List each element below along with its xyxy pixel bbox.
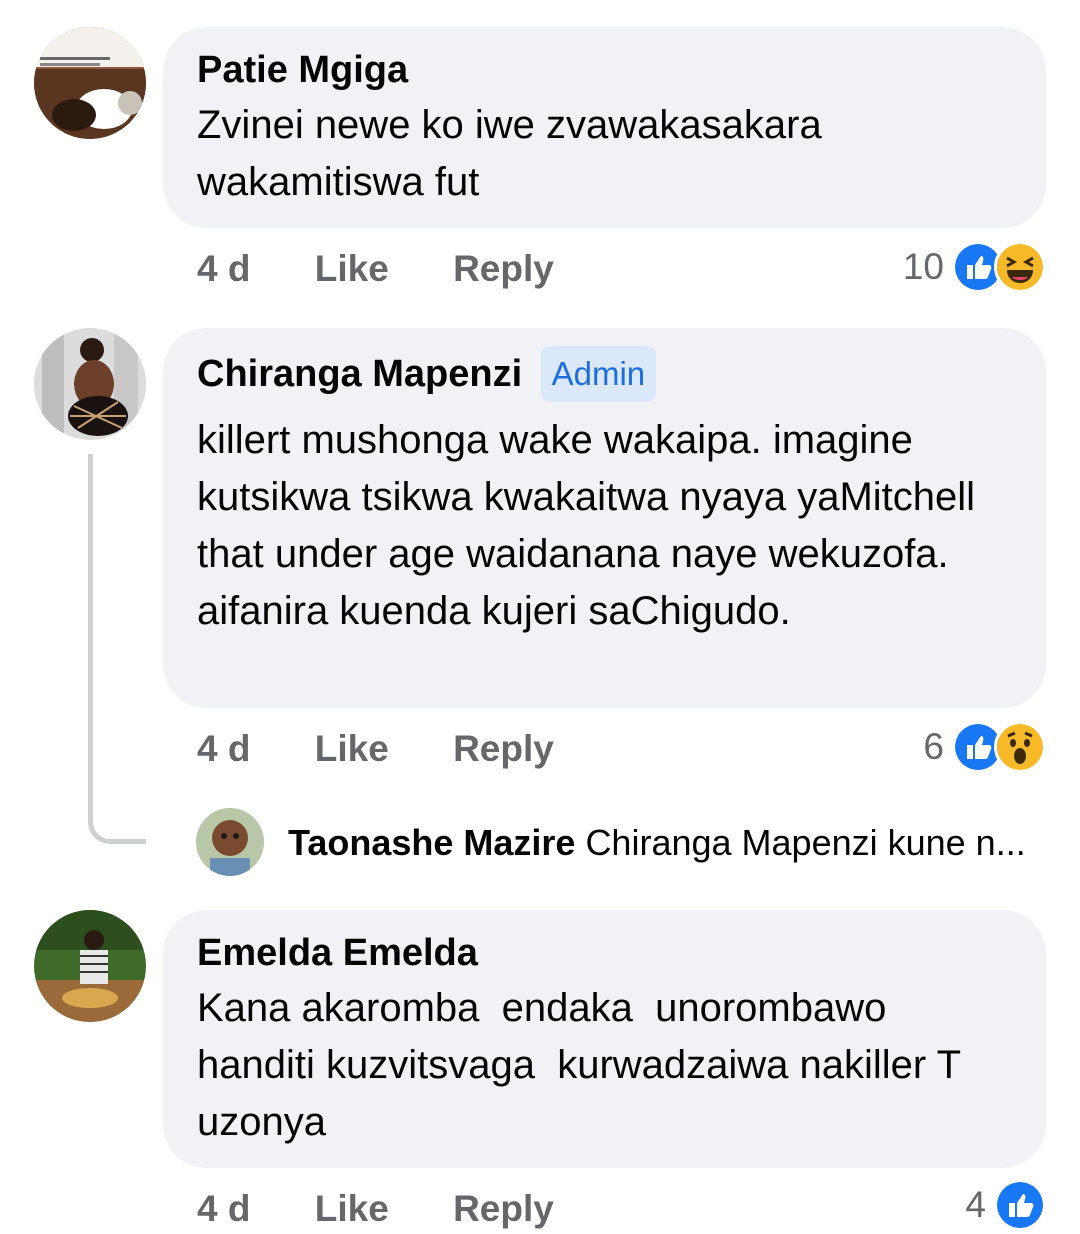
reaction-summary[interactable]: 4	[965, 1179, 1046, 1231]
reply-button[interactable]: Reply	[453, 724, 554, 774]
comment-actions: 4 d Like Reply	[197, 724, 608, 774]
reply-preview[interactable]: Taonashe Mazire Chiranga Mapenzi kune n.…	[196, 808, 1046, 878]
admin-badge: Admin	[540, 346, 657, 402]
reply-snippet: Chiranga Mapenzi kune n...	[585, 822, 1026, 863]
comment-text: killert mushonga wake wakaipa. imagine k…	[197, 418, 976, 633]
laugh-icon	[994, 241, 1046, 293]
comment-bubble: Chiranga Mapenzi Admin killert mushonga …	[163, 328, 1046, 708]
avatar-patie-mgiga[interactable]	[34, 27, 146, 139]
comment-author[interactable]: Emelda Emelda	[197, 930, 478, 976]
comment-bubble: Patie Mgiga Zvinei newe ko iwe zvawakasa…	[163, 27, 1046, 228]
like-button[interactable]: Like	[315, 724, 389, 774]
wow-icon	[994, 721, 1046, 773]
comment-timestamp[interactable]: 4 d	[197, 244, 250, 294]
reaction-count: 6	[923, 726, 944, 767]
like-button[interactable]: Like	[315, 244, 389, 294]
avatar-taonashe-mazire[interactable]	[196, 808, 264, 876]
comment-author[interactable]: Chiranga Mapenzi	[197, 351, 522, 397]
reply-author[interactable]: Taonashe Mazire	[288, 822, 575, 863]
comment-text: Zvinei newe ko iwe zvawakasakara wakamit…	[197, 103, 822, 204]
comment-text: Kana akaromba endaka unorombawo handiti …	[197, 986, 972, 1144]
thread-connector	[88, 454, 146, 844]
reaction-count: 4	[965, 1184, 986, 1225]
reply-button[interactable]: Reply	[453, 1184, 554, 1234]
comment-actions: 4 d Like Reply	[197, 1184, 608, 1234]
reply-preview-text: Taonashe Mazire Chiranga Mapenzi kune n.…	[288, 820, 1038, 866]
reaction-summary[interactable]: 10	[902, 241, 1046, 293]
like-icon	[994, 1179, 1046, 1231]
reaction-count: 10	[902, 246, 944, 287]
comment-bubble: Emelda Emelda Kana akaromba endaka unoro…	[163, 910, 1046, 1168]
comment-author[interactable]: Patie Mgiga	[197, 47, 408, 93]
comment-timestamp[interactable]: 4 d	[197, 1184, 250, 1234]
avatar-emelda-emelda[interactable]	[34, 910, 146, 1022]
reaction-summary[interactable]: 6	[923, 721, 1046, 773]
comment-timestamp[interactable]: 4 d	[197, 724, 250, 774]
like-button[interactable]: Like	[315, 1184, 389, 1234]
reply-button[interactable]: Reply	[453, 244, 554, 294]
avatar-chiranga-mapenzi[interactable]	[34, 328, 146, 440]
comment-actions: 4 d Like Reply	[197, 244, 608, 294]
